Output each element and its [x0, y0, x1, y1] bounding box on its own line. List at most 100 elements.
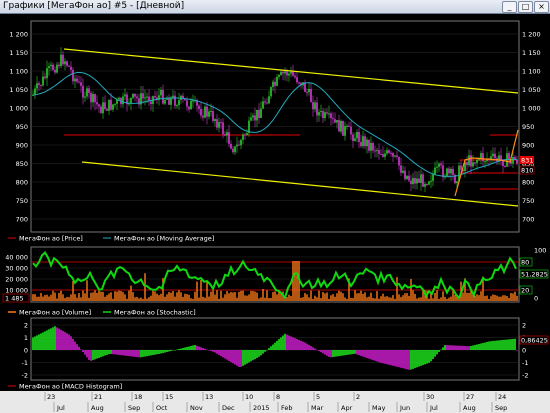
restore-button[interactable]: □ [518, 1, 533, 13]
volume-bar [184, 293, 186, 301]
volume-bar [112, 298, 114, 301]
macd-bar [398, 350, 400, 368]
macd-bar [86, 350, 88, 358]
volume-bar [148, 297, 150, 301]
candle-body [412, 177, 414, 185]
price-ytick-right: 1 000 [522, 104, 541, 112]
macd-bar [282, 335, 284, 350]
candle-body [440, 163, 442, 166]
minimize-button[interactable]: _ [502, 1, 517, 13]
macd-bar [196, 345, 198, 350]
macd-bar [406, 350, 408, 370]
price-badge-831: 831 [521, 157, 533, 165]
candle-body [364, 136, 366, 147]
macd-bar [152, 350, 154, 356]
volume-bar [480, 291, 482, 301]
date-month-label: Aug [463, 404, 476, 412]
macd-bar [378, 350, 380, 363]
volume-bar [344, 297, 346, 301]
macd-bar [264, 350, 266, 352]
close-button[interactable]: × [534, 1, 549, 13]
macd-bar [336, 350, 338, 357]
date-month-label: Nov [190, 404, 203, 412]
candle-body [188, 106, 190, 110]
macd-bar [36, 335, 38, 350]
macd-bar [318, 350, 320, 351]
macd-bar [334, 350, 336, 357]
volume-bar [506, 296, 508, 301]
macd-bar [350, 350, 352, 355]
volume-bar [338, 290, 340, 301]
volume-bar [236, 297, 238, 301]
volume-bar [402, 295, 404, 301]
candle-body [434, 167, 436, 175]
volume-bar [514, 291, 516, 301]
candle-body [432, 174, 434, 181]
macd-bar [516, 350, 518, 351]
date-day-label: 23 [47, 393, 55, 401]
stoch-badge-80: 80 [521, 259, 529, 267]
candle-body [52, 64, 54, 70]
candle-body [292, 71, 294, 76]
candle-body [124, 94, 126, 97]
volume-bar [200, 280, 202, 301]
macd-bar [74, 341, 76, 350]
macd-bar [128, 350, 130, 357]
candle-body [422, 174, 424, 187]
candle-body [144, 97, 146, 99]
volume-bar [220, 290, 222, 301]
macd-bar [246, 350, 248, 364]
macd-bar [446, 345, 448, 350]
volume-bar [340, 291, 342, 301]
volume-bar [150, 295, 152, 301]
volume-badge-value: 1 485 [5, 295, 24, 303]
volume-bar [302, 297, 304, 301]
chart-area[interactable]: 1 200 1 2001 150 1 1501 100 1 1001 050 1 050… [0, 13, 550, 413]
macd-bar [144, 350, 146, 357]
candle-body [172, 95, 174, 98]
macd-bar [460, 345, 462, 350]
candle-body [314, 102, 316, 110]
candle-body [298, 82, 300, 84]
stoch-badge-20: 20 [521, 287, 529, 295]
volume-bar [410, 278, 412, 301]
macd-bar [504, 339, 506, 350]
candle-body [210, 110, 212, 112]
volume-bar [440, 297, 442, 301]
volume-bar [266, 290, 268, 301]
date-month-label: Aug [91, 404, 104, 412]
volume-bar [512, 293, 514, 301]
volume-bar [132, 292, 134, 301]
candle-body [282, 71, 284, 74]
candle-body [340, 120, 342, 132]
candle-body [220, 122, 222, 124]
macd-bar [500, 340, 502, 350]
volume-bar [350, 297, 352, 301]
macd-bar [444, 345, 446, 350]
candle-body [112, 104, 114, 110]
candle-body [58, 64, 60, 67]
volume-bar [400, 297, 402, 301]
volume-bar [324, 293, 326, 301]
candle-body [90, 93, 92, 103]
macd-bar [462, 345, 464, 350]
volume-bar [76, 297, 78, 301]
macd-bar [490, 341, 492, 350]
macd-bar [400, 350, 402, 368]
volume-bar [466, 292, 468, 301]
window-title-bar[interactable]: Графики [МегаФон ао] #5 - [Дневной] _ □ … [0, 0, 550, 14]
candle-body [228, 132, 230, 144]
volume-bar [164, 296, 166, 301]
candle-body [418, 178, 420, 183]
macd-bar [162, 350, 164, 353]
volume-bar [238, 291, 240, 301]
candle-body [354, 138, 356, 142]
volume-bar [130, 285, 132, 301]
volume-bar [364, 292, 366, 301]
candle-body [200, 108, 202, 116]
candle-body [476, 159, 478, 163]
macd-bar [228, 350, 230, 361]
price-ytick-right: 800 [522, 178, 534, 186]
volume-bar [166, 294, 168, 301]
macd-bar [148, 350, 150, 356]
